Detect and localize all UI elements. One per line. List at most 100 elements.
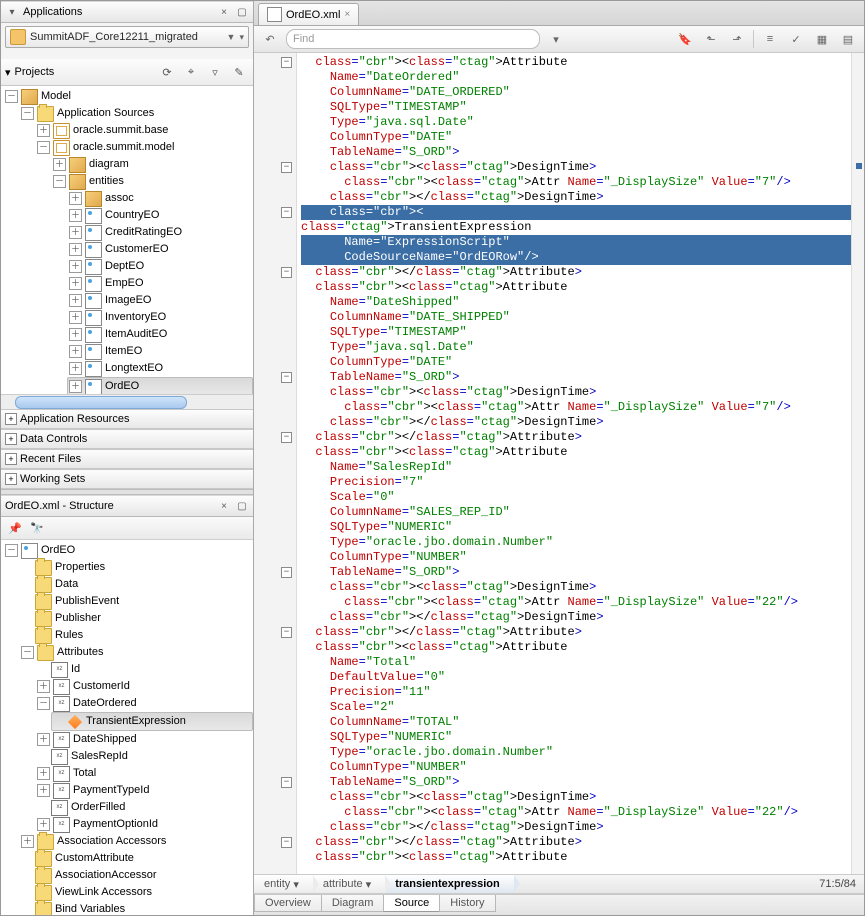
panel-menu-icon[interactable]: × [217, 5, 231, 19]
struct-publishevent[interactable]: PublishEvent [19, 593, 253, 610]
collapse-icon[interactable]: ▾ [5, 66, 11, 79]
tree-node-ordeo[interactable]: ＋ OrdEO [67, 377, 253, 394]
crumb-transient[interactable]: transientexpression [385, 875, 514, 893]
application-selector[interactable]: SummitADF_Core12211_migrated ▼ ▾ [5, 26, 249, 48]
h-scrollbar[interactable] [1, 394, 253, 409]
tree-node-itemeo[interactable]: ＋ ItemEO [67, 343, 253, 360]
struct-customattribute[interactable]: CustomAttribute [19, 850, 253, 867]
fold-icon[interactable]: − [281, 162, 292, 173]
history-back-button[interactable]: ↶ [260, 29, 280, 49]
struct-associationaccessor[interactable]: AssociationAccessor [19, 867, 253, 884]
section-recent files[interactable]: + Recent Files [1, 449, 253, 469]
struct-attr-paymenttypeid[interactable]: ＋xzPaymentTypeId [35, 782, 253, 799]
tree-node-entities[interactable]: －entities [51, 173, 253, 190]
struct-attr-total[interactable]: ＋xzTotal [35, 765, 253, 782]
tree-node-model[interactable]: －Model [3, 88, 253, 105]
tree-node-appsources[interactable]: －Application Sources [19, 105, 253, 122]
struct-transient-expression[interactable]: TransientExpression [51, 712, 253, 731]
bookmark-prev-icon[interactable]: ⬑ [701, 29, 721, 49]
fold-icon[interactable]: − [281, 567, 292, 578]
editor-gutter[interactable]: − − − − − − − − − − [254, 53, 297, 874]
structure-tree[interactable]: －OrdEO PropertiesDataPublishEventPublish… [1, 540, 253, 915]
struct-attr-customerid[interactable]: ＋xzCustomerId [35, 678, 253, 695]
filter-button[interactable]: ▿ [205, 62, 225, 82]
fold-icon[interactable]: − [281, 267, 292, 278]
minimize-icon[interactable]: ▾ [5, 5, 19, 19]
refresh-button[interactable]: ⟳ [157, 62, 177, 82]
tree-node-customereo[interactable]: ＋ CustomerEO [67, 241, 253, 258]
struct-data[interactable]: Data [19, 576, 253, 593]
overview-ruler[interactable] [851, 53, 864, 874]
struct-association accessors[interactable]: ＋Association Accessors [19, 833, 253, 850]
freeze-icon[interactable]: 📌 [7, 520, 23, 536]
section-working sets[interactable]: + Working Sets [1, 469, 253, 489]
struct-publisher[interactable]: Publisher [19, 610, 253, 627]
fold-icon[interactable]: − [281, 207, 292, 218]
app-selector-label: SummitADF_Core12211_migrated [30, 31, 223, 43]
find-dropdown-button[interactable]: ▾ [546, 29, 566, 49]
bookmark-icon[interactable]: 🔖 [675, 29, 695, 49]
crumb-entity[interactable]: entity ▾ [254, 875, 313, 893]
struct-rules[interactable]: Rules [19, 627, 253, 644]
section-application resources[interactable]: + Application Resources [1, 409, 253, 429]
tree-node-imageeo[interactable]: ＋ ImageEO [67, 292, 253, 309]
struct-attr-id[interactable]: xzId [35, 661, 253, 678]
btab-diagram[interactable]: Diagram [321, 895, 385, 912]
locate-button[interactable]: ⌖ [181, 62, 201, 82]
cube-icon [85, 191, 102, 207]
btab-history[interactable]: History [439, 895, 495, 912]
struct-attr-dateshipped[interactable]: ＋xzDateShipped [35, 731, 253, 748]
reformat-icon[interactable]: ≡ [760, 29, 780, 49]
tree-node-inventoryeo[interactable]: ＋ InventoryEO [67, 309, 253, 326]
projects-tree[interactable]: －Model －Application Sources ＋oracle.summ… [1, 86, 253, 394]
panel-restore-icon[interactable]: ▢ [235, 5, 249, 19]
section-data controls[interactable]: + Data Controls [1, 429, 253, 449]
fold-icon[interactable]: − [281, 627, 292, 638]
tree-node-depteo[interactable]: ＋ DeptEO [67, 258, 253, 275]
tree-node-itemauditeo[interactable]: ＋ ItemAuditEO [67, 326, 253, 343]
tree-node-pkg-model[interactable]: －oracle.summit.model [35, 139, 253, 156]
btab-overview[interactable]: Overview [254, 895, 322, 912]
panel-restore-icon[interactable]: ▢ [235, 499, 249, 513]
options-button[interactable]: ✎ [229, 62, 249, 82]
cursor-position: 71:5/84 [811, 878, 864, 890]
bookmark-next-icon[interactable]: ⬏ [727, 29, 747, 49]
btab-source[interactable]: Source [383, 895, 440, 912]
tab-ordeo[interactable]: OrdEO.xml × [258, 3, 359, 25]
fold-icon[interactable]: − [281, 432, 292, 443]
struct-attr-orderfilled[interactable]: xzOrderFilled [35, 799, 253, 816]
fold-icon[interactable]: − [281, 837, 292, 848]
scrollbar-thumb[interactable] [15, 396, 187, 409]
struct-attr-salesrepid[interactable]: xzSalesRepId [35, 748, 253, 765]
find-input[interactable]: Find [286, 29, 540, 49]
xslt-icon[interactable]: ▦ [812, 29, 832, 49]
panel-close-icon[interactable]: × [217, 499, 231, 513]
struct-properties[interactable]: Properties [19, 559, 253, 576]
tree-node-assoc[interactable]: ＋ assoc [67, 190, 253, 207]
crumb-attribute[interactable]: attribute ▾ [313, 875, 385, 893]
struct-root[interactable]: －OrdEO [3, 542, 253, 559]
struct-attr-dateordered[interactable]: －xzDateOrdered [35, 695, 253, 712]
struct-viewlink accessors[interactable]: ViewLink Accessors [19, 884, 253, 901]
projects-panel: ▾ Projects ⟳ ⌖ ▿ ✎ －Model －Application S… [1, 59, 253, 489]
xml-file-icon [267, 7, 282, 22]
fold-icon[interactable]: − [281, 372, 292, 383]
binoculars-icon[interactable]: 🔭 [29, 520, 45, 536]
struct-attr-paymentoptionid[interactable]: ＋xzPaymentOptionId [35, 816, 253, 833]
props-icon[interactable]: ▤ [838, 29, 858, 49]
tree-node-countryeo[interactable]: ＋ CountryEO [67, 207, 253, 224]
editor-code[interactable]: class="cbr"><class="ctag">Attribute Name… [297, 53, 851, 874]
struct-bind variables[interactable]: Bind Variables [19, 901, 253, 915]
tree-node-empeo[interactable]: ＋ EmpEO [67, 275, 253, 292]
close-icon[interactable]: × [344, 9, 350, 20]
fold-icon[interactable]: − [281, 777, 292, 788]
tree-node-longtexteo[interactable]: ＋ LongtextEO [67, 360, 253, 377]
attribute-icon: xz [51, 800, 68, 816]
validate-icon[interactable]: ✓ [786, 29, 806, 49]
tree-node-diagram[interactable]: ＋diagram [51, 156, 253, 173]
fold-icon[interactable]: − [281, 57, 292, 68]
struct-attributes[interactable]: －Attributes [19, 644, 253, 661]
tree-node-pkg-base[interactable]: ＋oracle.summit.base [35, 122, 253, 139]
app-menu-icon[interactable]: ▾ [239, 32, 244, 43]
tree-node-creditratingeo[interactable]: ＋ CreditRatingEO [67, 224, 253, 241]
